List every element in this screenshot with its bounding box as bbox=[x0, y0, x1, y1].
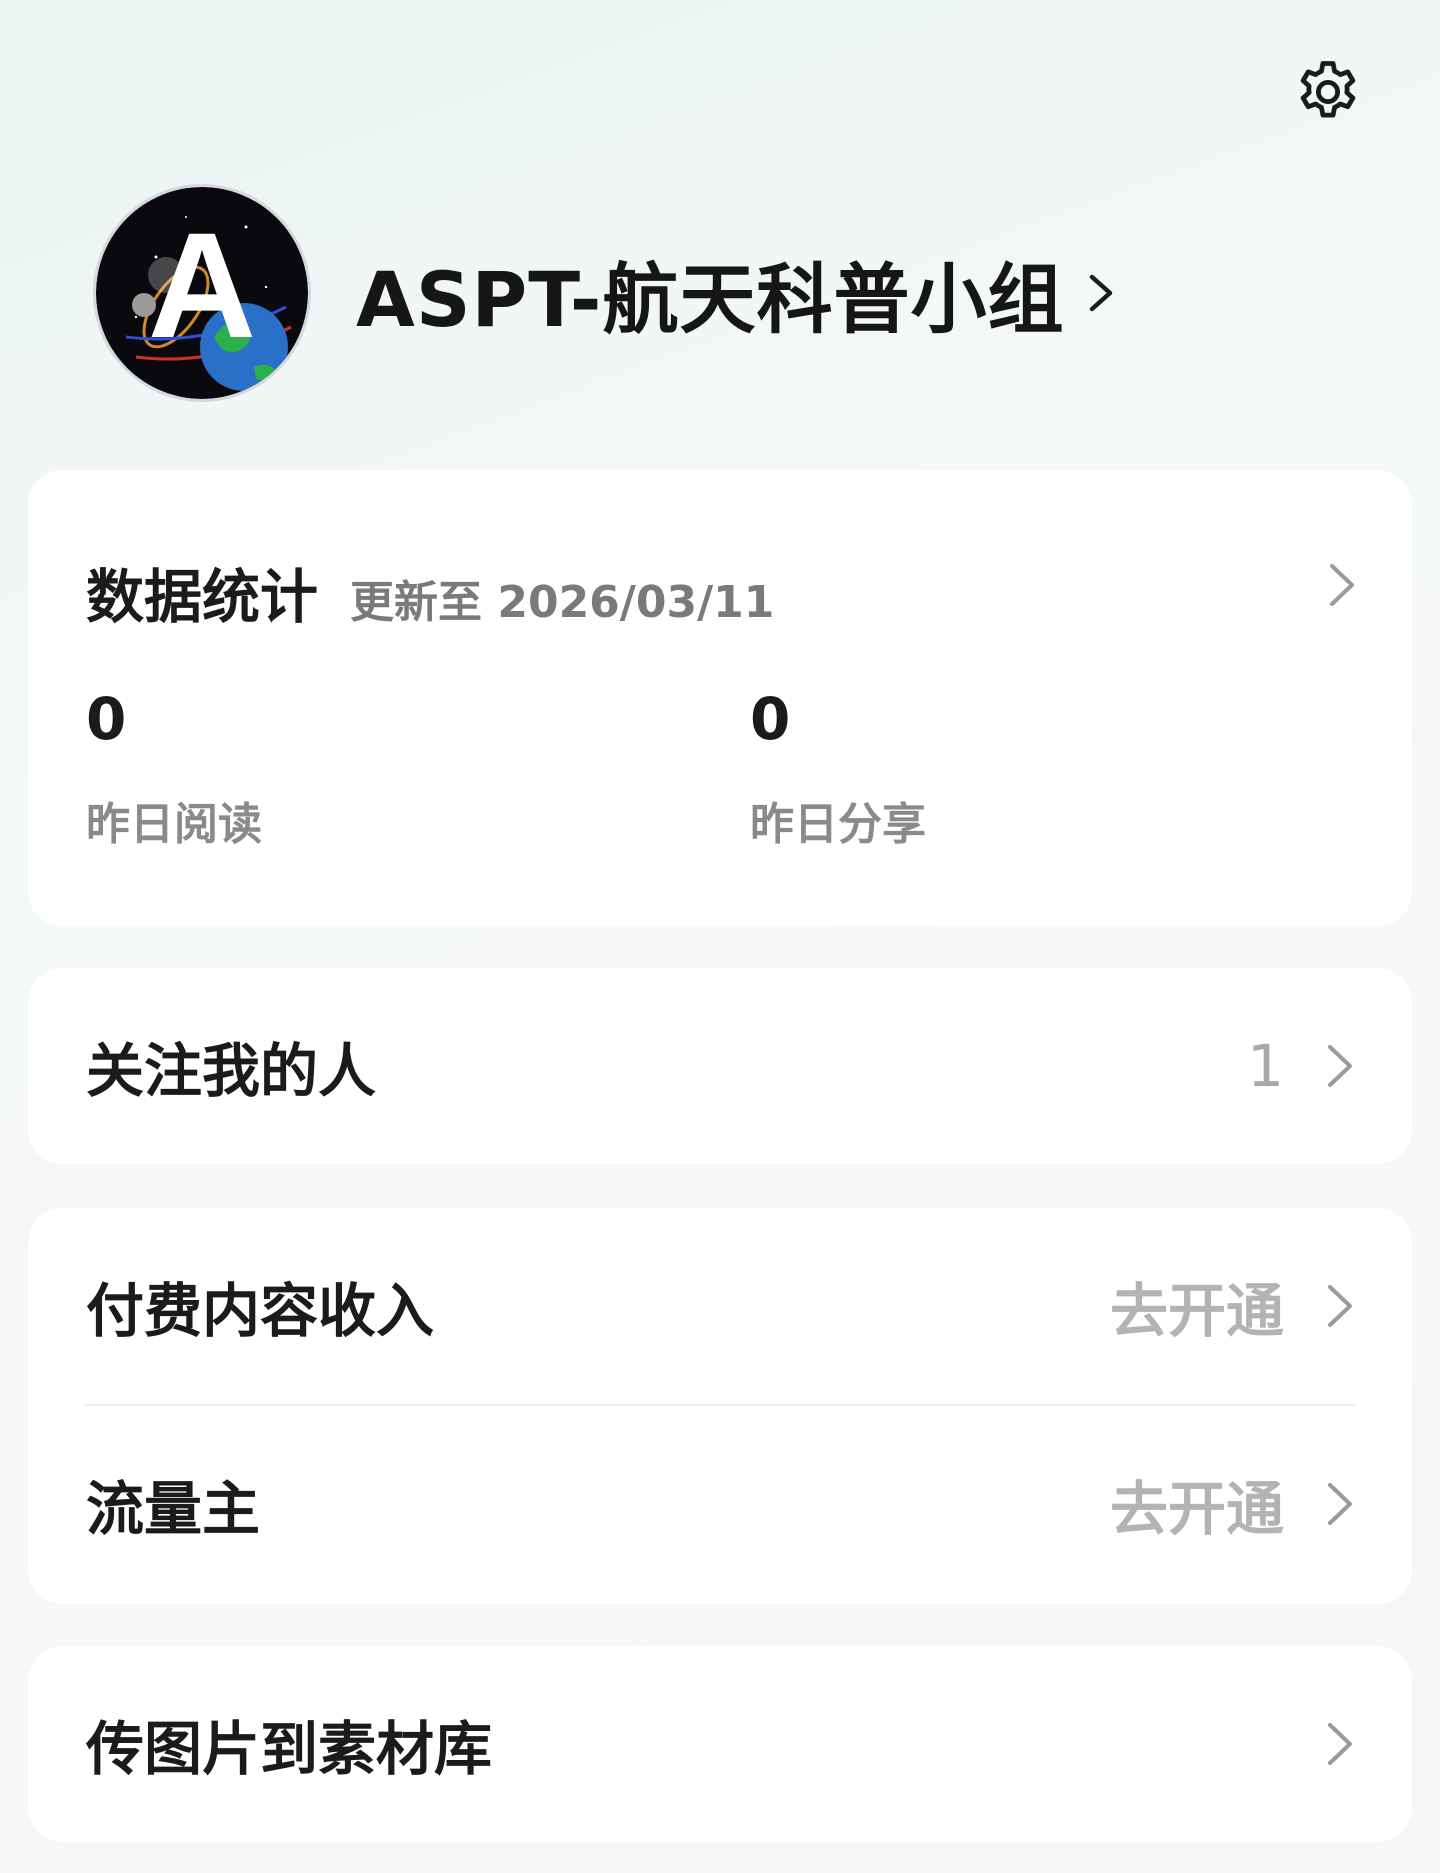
traffic-host-action: 去开通 bbox=[1109, 1475, 1284, 1543]
chevron-right-icon bbox=[1328, 1045, 1352, 1087]
settings-button[interactable] bbox=[1292, 56, 1364, 128]
stats-title: 数据统计 bbox=[86, 563, 319, 631]
stats-card[interactable]: 数据统计 更新至 2026/03/11 0 昨日阅读 0 昨日分享 bbox=[28, 470, 1412, 926]
followers-label: 关注我的人 bbox=[86, 1037, 377, 1105]
materials-card[interactable]: 传图片到素材库 bbox=[28, 1646, 1412, 1842]
metric-yesterday-reads[interactable]: 0 昨日阅读 bbox=[86, 690, 262, 852]
metric-yesterday-shares[interactable]: 0 昨日分享 bbox=[750, 690, 926, 852]
paid-content-action: 去开通 bbox=[1109, 1277, 1284, 1345]
avatar-logo-letter: A bbox=[148, 201, 256, 369]
chevron-right-icon bbox=[1328, 1285, 1352, 1327]
paid-content-label: 付费内容收入 bbox=[86, 1277, 435, 1345]
gear-icon bbox=[1300, 61, 1356, 118]
upload-materials-row[interactable]: 传图片到素材库 bbox=[28, 1646, 1412, 1842]
followers-row[interactable]: 关注我的人 1 bbox=[28, 968, 1412, 1164]
monetization-card: 付费内容收入 去开通 流量主 去开通 bbox=[28, 1208, 1412, 1604]
metric-label: 昨日阅读 bbox=[86, 799, 262, 850]
account-name-link[interactable]: ASPT-航天科普小组 bbox=[356, 238, 1116, 348]
followers-card[interactable]: 关注我的人 1 bbox=[28, 968, 1412, 1164]
followers-count: 1 bbox=[1247, 1032, 1284, 1100]
stats-updated-date: 更新至 2026/03/11 bbox=[350, 577, 775, 628]
chevron-right-icon bbox=[1090, 274, 1113, 312]
metric-value: 0 bbox=[86, 685, 127, 753]
chevron-right-icon bbox=[1328, 1483, 1352, 1525]
account-name: ASPT-航天科普小组 bbox=[356, 255, 1065, 344]
avatar[interactable]: A bbox=[96, 187, 308, 399]
metric-value: 0 bbox=[750, 685, 791, 753]
profile-header[interactable]: A ASPT-航天科普小组 bbox=[96, 186, 1116, 400]
metric-label: 昨日分享 bbox=[750, 799, 926, 850]
upload-materials-label: 传图片到素材库 bbox=[86, 1715, 493, 1783]
paid-content-row[interactable]: 付费内容收入 去开通 bbox=[28, 1208, 1412, 1404]
stats-header: 数据统计 更新至 2026/03/11 bbox=[86, 550, 774, 634]
traffic-host-row[interactable]: 流量主 去开通 bbox=[28, 1406, 1412, 1602]
traffic-host-label: 流量主 bbox=[86, 1475, 261, 1543]
chevron-right-icon bbox=[1328, 1723, 1352, 1765]
chevron-right-icon[interactable] bbox=[1328, 562, 1356, 608]
